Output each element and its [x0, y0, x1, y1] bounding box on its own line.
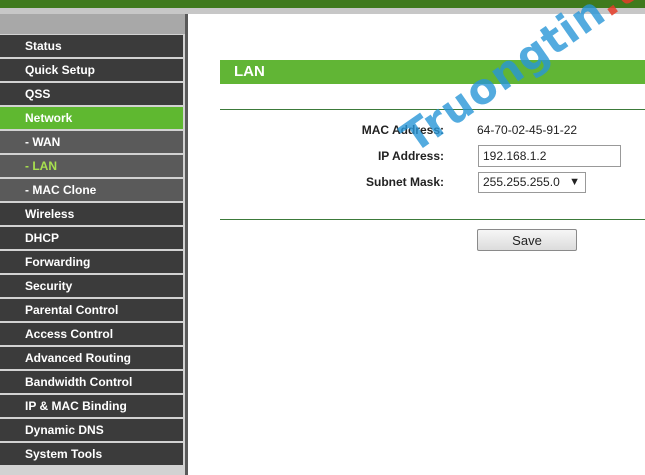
mac-address-value: 64-70-02-45-91-22	[477, 123, 578, 137]
main-content: LAN MAC Address: 64-70-02-45-91-22 IP Ad…	[188, 14, 645, 475]
sidebar-item-dynamic-dns[interactable]: Dynamic DNS	[0, 419, 183, 441]
save-button[interactable]: Save	[477, 229, 577, 251]
sidebar-item-wireless[interactable]: Wireless	[0, 203, 183, 225]
chevron-down-icon: ▼	[569, 176, 580, 188]
sidebar-item-lan[interactable]: - LAN	[0, 155, 183, 177]
subnet-mask-select[interactable]: 255.255.255.0 ▼	[478, 172, 586, 193]
top-bar	[0, 0, 645, 8]
sidebar-item-access-control[interactable]: Access Control	[0, 323, 183, 345]
divider-top	[220, 109, 645, 110]
sidebar-item-system-tools[interactable]: System Tools	[0, 443, 183, 465]
subnet-mask-value: 255.255.255.0	[483, 175, 560, 189]
sidebar-item-quick-setup[interactable]: Quick Setup	[0, 59, 183, 81]
page-title: LAN	[220, 60, 645, 84]
sidebar-item-status[interactable]: Status	[0, 35, 183, 57]
sidebar-item-parental-control[interactable]: Parental Control	[0, 299, 183, 321]
sidebar-item-wan[interactable]: - WAN	[0, 131, 183, 153]
ip-address-input[interactable]	[478, 145, 621, 167]
sidebar-item-qss[interactable]: QSS	[0, 83, 183, 105]
subnet-mask-label: Subnet Mask:	[365, 175, 444, 189]
sidebar-item-security[interactable]: Security	[0, 275, 183, 297]
mac-address-label: MAC Address:	[361, 123, 444, 137]
sidebar-item-network[interactable]: Network	[0, 107, 183, 129]
sidebar-item-ip-mac-binding[interactable]: IP & MAC Binding	[0, 395, 183, 417]
sidebar-item-bandwidth-control[interactable]: Bandwidth Control	[0, 371, 183, 393]
sidebar-header	[0, 14, 187, 34]
divider-bottom	[220, 219, 645, 220]
sidebar-item-advanced-routing[interactable]: Advanced Routing	[0, 347, 183, 369]
sidebar-item-forwarding[interactable]: Forwarding	[0, 251, 183, 273]
ip-address-label: IP Address:	[377, 149, 444, 163]
sidebar-item-mac-clone[interactable]: - MAC Clone	[0, 179, 183, 201]
sidebar-item-dhcp[interactable]: DHCP	[0, 227, 183, 249]
sidebar-menu: Status Quick Setup QSS Network - WAN - L…	[0, 35, 183, 467]
